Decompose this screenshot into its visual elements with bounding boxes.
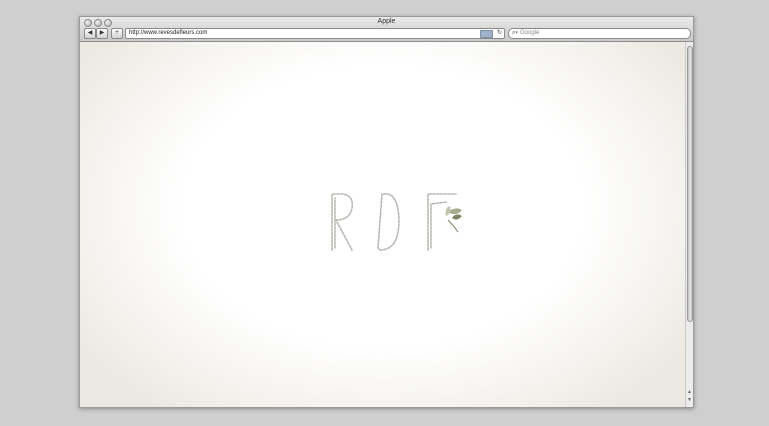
forward-arrow-icon: ▶ [99, 30, 105, 36]
page-content [80, 42, 686, 407]
logo-letter-f-inner [430, 201, 447, 249]
scroll-up-icon[interactable]: ▲ [686, 389, 693, 395]
rdf-logo[interactable] [328, 190, 468, 260]
add-bookmark-button[interactable]: + [111, 28, 123, 39]
vertical-scrollbar[interactable]: ▲ ▼ [685, 42, 693, 407]
scroll-down-icon[interactable]: ▼ [686, 397, 693, 403]
back-arrow-icon: ◀ [87, 30, 93, 36]
search-field[interactable]: ⌕▾ Google [508, 28, 691, 39]
window-title: Apple [377, 18, 396, 25]
rss-icon[interactable] [480, 30, 493, 38]
back-button[interactable]: ◀ [84, 28, 96, 39]
title-bar: Apple ◀ ▶ + http://www.revesdefleurs.com… [80, 17, 693, 42]
url-text[interactable]: http://www.revesdefleurs.com [129, 29, 207, 38]
reload-icon[interactable]: ↻ [497, 29, 502, 38]
forward-button[interactable]: ▶ [96, 28, 108, 39]
plus-icon: + [115, 30, 119, 36]
search-icon[interactable]: ⌕▾ [512, 29, 518, 38]
leaf-icon [445, 206, 462, 233]
browser-window: Apple ◀ ▶ + http://www.revesdefleurs.com… [79, 16, 694, 408]
address-bar[interactable]: http://www.revesdefleurs.com ↻ [125, 28, 505, 39]
logo-letter-d [377, 193, 400, 251]
search-placeholder: Google [520, 30, 540, 36]
scrollbar-thumb[interactable] [687, 46, 693, 322]
